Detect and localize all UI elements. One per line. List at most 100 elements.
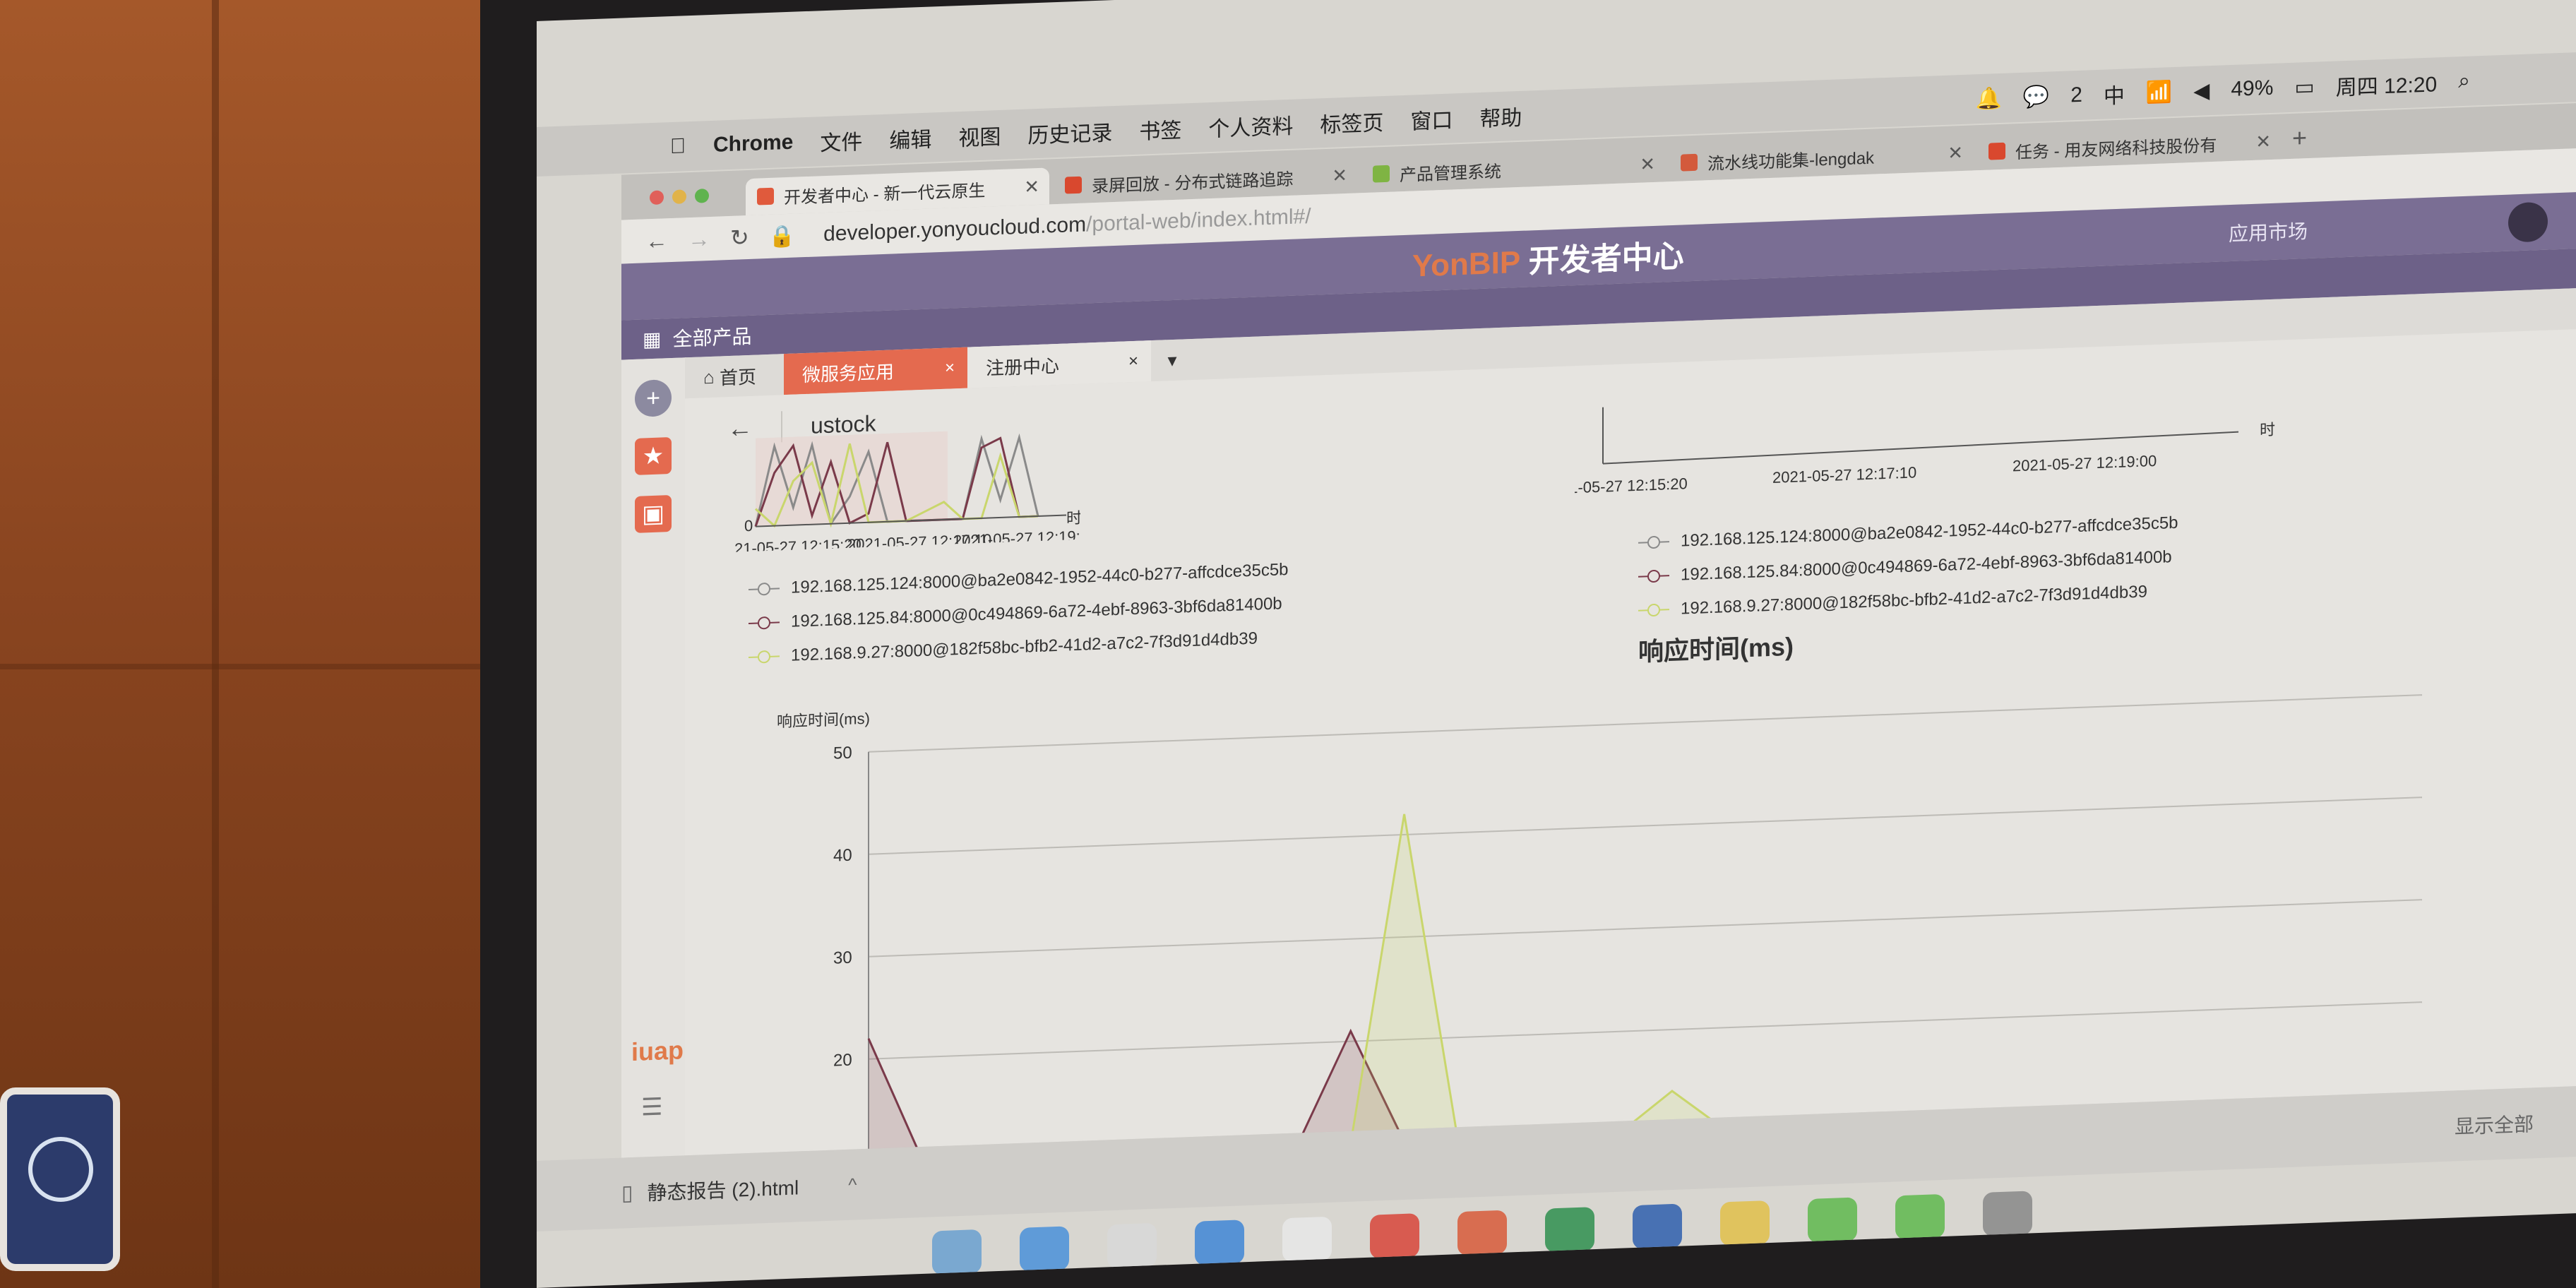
url-path: /portal-web/index.html#/: [1086, 204, 1311, 237]
top-right-chart-legend: 192.168.125.124:8000@ba2e0842-1952-44c0-…: [1638, 506, 2178, 628]
add-icon[interactable]: +: [635, 378, 672, 417]
legend-marker-icon: [1638, 535, 1669, 550]
messages-icon[interactable]: [1895, 1193, 1945, 1240]
wifi-icon[interactable]: 📶: [2146, 80, 2172, 105]
finder-icon[interactable]: [932, 1229, 982, 1275]
close-tab-icon[interactable]: ✕: [2255, 130, 2271, 153]
preview-icon[interactable]: [1107, 1222, 1157, 1269]
close-tab-icon[interactable]: ✕: [1640, 153, 1655, 175]
grid-line: [869, 694, 2422, 753]
powerpoint-icon[interactable]: [1457, 1210, 1507, 1256]
grid-icon[interactable]: ▦: [643, 327, 661, 351]
favorites-icon[interactable]: ★: [635, 436, 672, 475]
volume-icon[interactable]: ◀: [2193, 78, 2210, 104]
zoom-window-button[interactable]: [695, 189, 709, 203]
menu-bookmarks[interactable]: 书签: [1139, 113, 1181, 145]
tab-title: 录屏回放 - 分布式链路追踪: [1092, 169, 1294, 196]
response-time-chart: 响应时间(ms)1020304050: [777, 694, 2422, 1167]
menu-profile[interactable]: 个人资料: [1208, 109, 1293, 143]
tab-label: 注册中心: [986, 354, 1060, 379]
app-logo[interactable]: YonBIP 开发者中心: [1412, 230, 1684, 285]
apple-icon[interactable]: : [664, 134, 692, 159]
wechat-icon[interactable]: 💬: [2023, 84, 2049, 109]
input-method-indicator[interactable]: 中: [2104, 78, 2125, 110]
forward-arrow-icon[interactable]: →: [688, 225, 710, 252]
calendar-icon[interactable]: [1282, 1216, 1332, 1263]
app-store-dock-icon[interactable]: [1195, 1220, 1244, 1265]
address-bar[interactable]: developer.yonyoucloud.com/portal-web/ind…: [823, 205, 1311, 246]
legend-marker-icon: [749, 649, 780, 664]
y-tick-label: 30: [833, 948, 852, 968]
tab-favicon: [1988, 142, 2005, 160]
close-tab-icon[interactable]: ×: [1128, 352, 1138, 372]
logo-title: 开发者中心: [1528, 239, 1684, 280]
close-tab-icon[interactable]: ×: [945, 358, 955, 378]
tabs-dropdown-icon[interactable]: ▾: [1151, 339, 1193, 381]
chrome-icon[interactable]: [1720, 1200, 1770, 1246]
minimize-window-button[interactable]: [672, 189, 686, 204]
battery-percent[interactable]: 49%: [2231, 76, 2273, 102]
main-content: ← ustock 0 时 21-05-27 12:15:20 2021-05-27 1…: [685, 329, 2576, 1167]
all-products-link[interactable]: 全部产品: [672, 321, 751, 352]
legend-marker-icon: [1638, 568, 1669, 584]
x-tick-label: 21-05-27 12:15:20: [734, 535, 861, 554]
legend-marker-icon: [749, 615, 780, 631]
close-tab-icon[interactable]: ✕: [1332, 164, 1347, 186]
menu-icon[interactable]: ☰: [641, 1092, 662, 1121]
notify-count-badge[interactable]: 2: [2070, 83, 2082, 108]
menu-window[interactable]: 窗口: [1410, 102, 1453, 135]
wall-panel-seam: [0, 664, 494, 669]
new-tab-icon[interactable]: +: [2292, 123, 2307, 153]
menu-tabs[interactable]: 标签页: [1320, 105, 1383, 138]
download-filename[interactable]: 静态报告 (2).html: [648, 1172, 799, 1206]
y-tick-label: 40: [833, 846, 852, 866]
show-all-downloads-link[interactable]: 显示全部: [2455, 1109, 2534, 1140]
menu-view[interactable]: 视图: [958, 119, 1001, 152]
tab-title: 任务 - 用友网络科技股份有: [2015, 136, 2217, 162]
grid-line: [869, 1001, 2422, 1060]
search-icon[interactable]: ⌕: [2458, 69, 2470, 94]
window-controls: [650, 189, 717, 205]
y-tick-label: 20: [833, 1051, 852, 1071]
badge-sticker: [0, 1087, 120, 1271]
menu-edit[interactable]: 编辑: [889, 121, 931, 154]
menu-file[interactable]: 文件: [820, 124, 862, 157]
reload-icon[interactable]: ↻: [730, 224, 749, 251]
tab-home-label: 首页: [719, 366, 756, 389]
app-market-link[interactable]: 应用市场: [2229, 216, 2308, 247]
word-icon[interactable]: [1633, 1203, 1682, 1250]
rail-brand: iuap: [631, 1035, 684, 1067]
tab-title: 开发者中心 - 新一代云原生: [784, 181, 986, 208]
bell-icon[interactable]: 🔔: [1976, 85, 2002, 111]
x-tick-label: 21-05-27 12:15:20: [1575, 475, 1688, 497]
excel-icon[interactable]: [1545, 1207, 1594, 1253]
menu-help[interactable]: 帮助: [1479, 100, 1522, 133]
url-host: developer.yonyoucloud.com: [823, 213, 1087, 246]
menu-history[interactable]: 历史记录: [1027, 115, 1112, 149]
safari-icon[interactable]: [1020, 1226, 1069, 1272]
tab-title: 产品管理系统: [1400, 162, 1501, 185]
battery-icon: ▭: [2294, 75, 2315, 100]
avatar[interactable]: [2508, 201, 2548, 243]
menubar-status-area: 🔔 💬 2 中 📶 ◀ 49% ▭ 周四 12:20 ⌕: [1955, 66, 2470, 116]
menu-app-name[interactable]: Chrome: [713, 131, 793, 157]
tab-label: 微服务应用: [802, 360, 895, 386]
app-store-icon[interactable]: ▣: [635, 494, 672, 533]
clock[interactable]: 周四 12:20: [2336, 66, 2437, 101]
wall-panel-seam: [212, 0, 219, 1288]
tab-home[interactable]: ⌂ 首页: [685, 354, 784, 398]
tab-microservice-app[interactable]: 微服务应用 ×: [784, 347, 967, 395]
grid-line: [869, 797, 2422, 855]
close-window-button[interactable]: [650, 190, 664, 205]
trash-icon[interactable]: [1983, 1191, 2032, 1236]
wechat-dock-icon[interactable]: [1808, 1197, 1857, 1243]
back-arrow-icon[interactable]: ←: [645, 227, 668, 254]
tab-favicon: [757, 187, 774, 205]
tab-registry[interactable]: 注册中心 ×: [967, 340, 1151, 388]
music-icon[interactable]: [1370, 1213, 1419, 1259]
x-axis-label: 时: [2260, 421, 2275, 439]
close-tab-icon[interactable]: ✕: [1948, 141, 1963, 164]
file-icon: ▯: [621, 1181, 633, 1205]
chevron-up-icon[interactable]: ^: [848, 1174, 857, 1195]
close-tab-icon[interactable]: ✕: [1024, 175, 1039, 198]
